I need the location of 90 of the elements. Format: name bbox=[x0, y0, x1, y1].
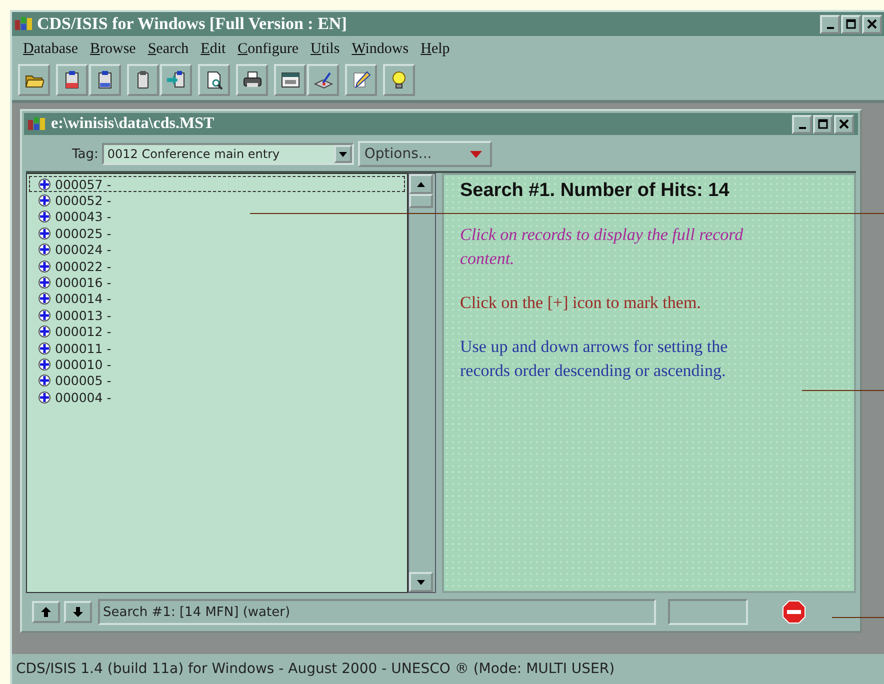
menu-item[interactable]: Database bbox=[18, 40, 85, 58]
search-heading: Search #1. Number of Hits: 14 bbox=[460, 179, 730, 203]
leader-line bbox=[832, 617, 884, 618]
printer-icon bbox=[242, 70, 262, 90]
toolbar-button[interactable] bbox=[345, 64, 377, 96]
tablet-pen-icon bbox=[313, 70, 333, 90]
options-button[interactable]: Options... bbox=[358, 141, 492, 167]
menu-item[interactable]: Help bbox=[416, 40, 457, 58]
record-item[interactable]: 000052 - bbox=[29, 192, 405, 209]
clipboard-arrow-icon bbox=[166, 70, 186, 90]
menu-item[interactable]: Windows bbox=[346, 40, 416, 58]
maximize-button[interactable] bbox=[841, 14, 861, 34]
record-item[interactable]: 000011 - bbox=[29, 340, 405, 356]
scroll-thumb[interactable] bbox=[409, 194, 433, 208]
toolbar-button[interactable] bbox=[56, 64, 88, 96]
menu-item[interactable]: Browse bbox=[84, 40, 143, 58]
plus-marker-icon bbox=[38, 374, 51, 388]
plus-marker-icon bbox=[38, 358, 51, 371]
maximize-icon bbox=[818, 119, 828, 129]
pencil-icon bbox=[351, 70, 371, 90]
record-item[interactable]: 000013 - bbox=[29, 307, 405, 324]
record-item[interactable]: 000024 - bbox=[29, 242, 405, 258]
plus-marker-icon bbox=[38, 292, 51, 306]
status-text: CDS/ISIS 1.4 (build 11a) for Windows - August 2000 - UNESCO ® (Mode: MULTI USER) bbox=[16, 661, 615, 677]
record-item[interactable]: 000057 - bbox=[29, 176, 405, 192]
plus-marker-icon bbox=[38, 325, 51, 338]
database-icon bbox=[28, 116, 46, 132]
toolbar-button[interactable] bbox=[198, 64, 230, 96]
tag-label: Tag: bbox=[72, 146, 98, 162]
help-text: Click on records to display the full record content. bbox=[460, 224, 744, 270]
toolbar-button[interactable] bbox=[127, 64, 159, 96]
down-triangle-icon bbox=[417, 580, 425, 584]
up-triangle-icon bbox=[417, 182, 425, 186]
plus-marker-icon bbox=[38, 342, 51, 355]
record-item[interactable]: 000025 - bbox=[29, 225, 405, 242]
record-item[interactable]: 000012 - bbox=[29, 324, 405, 340]
plus-marker-icon bbox=[38, 276, 51, 290]
minimize-icon bbox=[798, 126, 806, 128]
window-title: e:\winisis\data\cds.MST bbox=[51, 115, 216, 133]
stop-icon[interactable] bbox=[782, 600, 806, 624]
close-button[interactable] bbox=[862, 14, 882, 34]
toolbar-button[interactable] bbox=[236, 64, 268, 96]
menu-item[interactable]: Search bbox=[142, 40, 196, 58]
toolbar-button[interactable] bbox=[160, 64, 192, 96]
plus-marker-icon bbox=[38, 260, 51, 273]
arrow-down-icon bbox=[73, 607, 83, 617]
search-field[interactable]: Search #1: [14 MFN] (water) bbox=[98, 599, 656, 625]
record-item[interactable]: 000016 - bbox=[29, 274, 405, 291]
record-item[interactable]: 000004 - bbox=[29, 389, 405, 406]
plus-marker-icon bbox=[38, 308, 51, 322]
close-icon bbox=[867, 19, 877, 29]
plus-marker-icon bbox=[38, 226, 51, 240]
minimize-button[interactable] bbox=[792, 114, 812, 134]
scroll-up-button[interactable] bbox=[409, 174, 433, 194]
record-item[interactable]: 000005 - bbox=[29, 372, 405, 390]
help-text: Click on the [+] icon to mark them. bbox=[460, 292, 702, 314]
help-text: Use up and down arrows for setting the records order descending or ascending. bbox=[460, 336, 729, 382]
toolbar-button[interactable] bbox=[18, 64, 50, 96]
window-title: CDS/ISIS for Windows [Full Version : EN] bbox=[37, 14, 348, 34]
tag-dropdown[interactable]: 0012 Conference main entry bbox=[102, 143, 354, 165]
toolbar-button[interactable] bbox=[307, 64, 339, 96]
window-icon bbox=[280, 70, 300, 90]
menu-item[interactable]: Edit bbox=[196, 40, 233, 58]
toolbar-button[interactable] bbox=[274, 64, 306, 96]
plus-marker-icon bbox=[38, 390, 51, 404]
menu-item[interactable]: Utils bbox=[306, 40, 347, 58]
plus-marker-icon bbox=[38, 194, 51, 208]
minimize-button[interactable] bbox=[820, 14, 840, 34]
record-item[interactable]: 000014 - bbox=[29, 290, 405, 308]
record-item[interactable]: 000022 - bbox=[29, 258, 405, 274]
caret-icon bbox=[470, 150, 482, 158]
plus-marker-icon bbox=[38, 243, 51, 256]
minimize-icon bbox=[826, 26, 834, 28]
caret-icon bbox=[339, 152, 348, 156]
close-button[interactable] bbox=[834, 114, 854, 134]
sort-down-button[interactable] bbox=[64, 601, 92, 623]
record-item[interactable]: 000010 - bbox=[29, 356, 405, 373]
arrow-up-icon bbox=[41, 607, 51, 617]
toolbar-button[interactable] bbox=[89, 64, 121, 96]
app-icon bbox=[15, 16, 33, 32]
plus-marker-icon bbox=[38, 178, 51, 191]
scroll-down-button[interactable] bbox=[409, 572, 433, 592]
menu-item[interactable]: Configure bbox=[232, 40, 306, 58]
sort-up-button[interactable] bbox=[32, 601, 60, 623]
scrollbar[interactable] bbox=[408, 173, 436, 593]
input-field[interactable] bbox=[668, 599, 748, 625]
plus-marker-icon bbox=[38, 210, 51, 224]
close-icon bbox=[839, 119, 849, 129]
maximize-icon bbox=[846, 19, 856, 29]
maximize-button[interactable] bbox=[813, 114, 833, 134]
